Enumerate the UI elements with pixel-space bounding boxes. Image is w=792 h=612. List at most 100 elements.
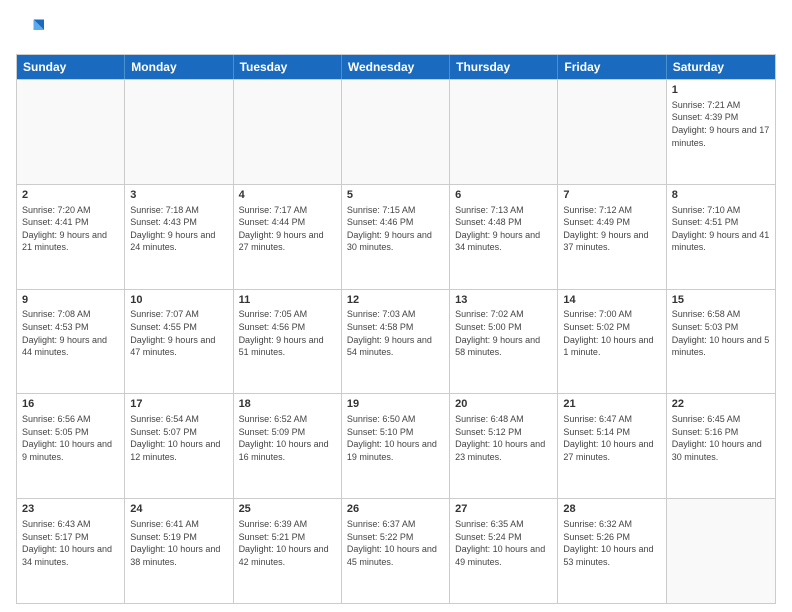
calendar-cell: 25Sunrise: 6:39 AM Sunset: 5:21 PM Dayli… [234,499,342,603]
day-number: 19 [347,397,444,412]
day-info: Sunrise: 6:58 AM Sunset: 5:03 PM Dayligh… [672,308,770,358]
calendar-cell: 17Sunrise: 6:54 AM Sunset: 5:07 PM Dayli… [125,394,233,498]
calendar-cell [558,80,666,184]
day-info: Sunrise: 6:32 AM Sunset: 5:26 PM Dayligh… [563,518,660,568]
day-number: 23 [22,502,119,517]
calendar-cell: 16Sunrise: 6:56 AM Sunset: 5:05 PM Dayli… [17,394,125,498]
day-number: 25 [239,502,336,517]
day-info: Sunrise: 7:00 AM Sunset: 5:02 PM Dayligh… [563,308,660,358]
calendar-cell: 23Sunrise: 6:43 AM Sunset: 5:17 PM Dayli… [17,499,125,603]
day-number: 21 [563,397,660,412]
day-info: Sunrise: 7:05 AM Sunset: 4:56 PM Dayligh… [239,308,336,358]
weekday-header: Tuesday [234,55,342,79]
calendar-cell: 19Sunrise: 6:50 AM Sunset: 5:10 PM Dayli… [342,394,450,498]
calendar-cell: 24Sunrise: 6:41 AM Sunset: 5:19 PM Dayli… [125,499,233,603]
day-number: 1 [672,83,770,98]
weekday-header: Sunday [17,55,125,79]
day-number: 15 [672,293,770,308]
logo [16,16,48,44]
day-info: Sunrise: 6:54 AM Sunset: 5:07 PM Dayligh… [130,413,227,463]
calendar-cell: 5Sunrise: 7:15 AM Sunset: 4:46 PM Daylig… [342,185,450,289]
day-number: 11 [239,293,336,308]
day-number: 13 [455,293,552,308]
calendar-cell: 20Sunrise: 6:48 AM Sunset: 5:12 PM Dayli… [450,394,558,498]
day-info: Sunrise: 6:39 AM Sunset: 5:21 PM Dayligh… [239,518,336,568]
weekday-header: Wednesday [342,55,450,79]
calendar-cell [17,80,125,184]
day-number: 6 [455,188,552,203]
calendar-row: 23Sunrise: 6:43 AM Sunset: 5:17 PM Dayli… [17,498,775,603]
day-info: Sunrise: 7:02 AM Sunset: 5:00 PM Dayligh… [455,308,552,358]
day-info: Sunrise: 6:48 AM Sunset: 5:12 PM Dayligh… [455,413,552,463]
day-number: 28 [563,502,660,517]
day-info: Sunrise: 7:13 AM Sunset: 4:48 PM Dayligh… [455,204,552,254]
calendar-row: 16Sunrise: 6:56 AM Sunset: 5:05 PM Dayli… [17,393,775,498]
calendar-cell [667,499,775,603]
day-info: Sunrise: 7:21 AM Sunset: 4:39 PM Dayligh… [672,99,770,149]
calendar-cell: 14Sunrise: 7:00 AM Sunset: 5:02 PM Dayli… [558,290,666,394]
calendar-cell: 4Sunrise: 7:17 AM Sunset: 4:44 PM Daylig… [234,185,342,289]
weekday-header: Thursday [450,55,558,79]
day-info: Sunrise: 7:08 AM Sunset: 4:53 PM Dayligh… [22,308,119,358]
calendar-row: 2Sunrise: 7:20 AM Sunset: 4:41 PM Daylig… [17,184,775,289]
day-number: 12 [347,293,444,308]
day-info: Sunrise: 7:03 AM Sunset: 4:58 PM Dayligh… [347,308,444,358]
day-number: 16 [22,397,119,412]
day-number: 5 [347,188,444,203]
calendar-cell: 13Sunrise: 7:02 AM Sunset: 5:00 PM Dayli… [450,290,558,394]
calendar-cell: 21Sunrise: 6:47 AM Sunset: 5:14 PM Dayli… [558,394,666,498]
day-number: 17 [130,397,227,412]
day-info: Sunrise: 6:37 AM Sunset: 5:22 PM Dayligh… [347,518,444,568]
weekday-header: Saturday [667,55,775,79]
calendar-cell: 12Sunrise: 7:03 AM Sunset: 4:58 PM Dayli… [342,290,450,394]
calendar-cell: 22Sunrise: 6:45 AM Sunset: 5:16 PM Dayli… [667,394,775,498]
day-info: Sunrise: 6:45 AM Sunset: 5:16 PM Dayligh… [672,413,770,463]
calendar-cell: 18Sunrise: 6:52 AM Sunset: 5:09 PM Dayli… [234,394,342,498]
calendar-cell: 6Sunrise: 7:13 AM Sunset: 4:48 PM Daylig… [450,185,558,289]
calendar-cell [125,80,233,184]
day-number: 7 [563,188,660,203]
day-number: 14 [563,293,660,308]
calendar-cell: 27Sunrise: 6:35 AM Sunset: 5:24 PM Dayli… [450,499,558,603]
day-info: Sunrise: 7:20 AM Sunset: 4:41 PM Dayligh… [22,204,119,254]
calendar-row: 9Sunrise: 7:08 AM Sunset: 4:53 PM Daylig… [17,289,775,394]
day-info: Sunrise: 7:18 AM Sunset: 4:43 PM Dayligh… [130,204,227,254]
day-number: 2 [22,188,119,203]
calendar-cell: 15Sunrise: 6:58 AM Sunset: 5:03 PM Dayli… [667,290,775,394]
calendar-cell: 8Sunrise: 7:10 AM Sunset: 4:51 PM Daylig… [667,185,775,289]
calendar-row: 1Sunrise: 7:21 AM Sunset: 4:39 PM Daylig… [17,79,775,184]
day-number: 8 [672,188,770,203]
calendar-cell: 3Sunrise: 7:18 AM Sunset: 4:43 PM Daylig… [125,185,233,289]
calendar-cell: 2Sunrise: 7:20 AM Sunset: 4:41 PM Daylig… [17,185,125,289]
calendar-cell [342,80,450,184]
calendar-cell: 1Sunrise: 7:21 AM Sunset: 4:39 PM Daylig… [667,80,775,184]
day-number: 22 [672,397,770,412]
calendar-cell: 11Sunrise: 7:05 AM Sunset: 4:56 PM Dayli… [234,290,342,394]
day-number: 27 [455,502,552,517]
day-info: Sunrise: 6:56 AM Sunset: 5:05 PM Dayligh… [22,413,119,463]
calendar-cell [234,80,342,184]
day-info: Sunrise: 6:50 AM Sunset: 5:10 PM Dayligh… [347,413,444,463]
calendar-page: SundayMondayTuesdayWednesdayThursdayFrid… [0,0,792,612]
day-info: Sunrise: 6:41 AM Sunset: 5:19 PM Dayligh… [130,518,227,568]
day-info: Sunrise: 6:52 AM Sunset: 5:09 PM Dayligh… [239,413,336,463]
calendar-cell: 26Sunrise: 6:37 AM Sunset: 5:22 PM Dayli… [342,499,450,603]
day-info: Sunrise: 7:15 AM Sunset: 4:46 PM Dayligh… [347,204,444,254]
calendar-cell: 10Sunrise: 7:07 AM Sunset: 4:55 PM Dayli… [125,290,233,394]
day-info: Sunrise: 7:07 AM Sunset: 4:55 PM Dayligh… [130,308,227,358]
day-number: 4 [239,188,336,203]
weekday-header: Monday [125,55,233,79]
calendar-body: 1Sunrise: 7:21 AM Sunset: 4:39 PM Daylig… [17,79,775,603]
header [16,16,776,44]
day-info: Sunrise: 7:10 AM Sunset: 4:51 PM Dayligh… [672,204,770,254]
day-number: 20 [455,397,552,412]
day-number: 26 [347,502,444,517]
calendar-cell: 28Sunrise: 6:32 AM Sunset: 5:26 PM Dayli… [558,499,666,603]
day-info: Sunrise: 7:12 AM Sunset: 4:49 PM Dayligh… [563,204,660,254]
weekday-header: Friday [558,55,666,79]
day-info: Sunrise: 6:43 AM Sunset: 5:17 PM Dayligh… [22,518,119,568]
calendar-cell: 7Sunrise: 7:12 AM Sunset: 4:49 PM Daylig… [558,185,666,289]
day-number: 3 [130,188,227,203]
calendar-cell [450,80,558,184]
calendar: SundayMondayTuesdayWednesdayThursdayFrid… [16,54,776,604]
